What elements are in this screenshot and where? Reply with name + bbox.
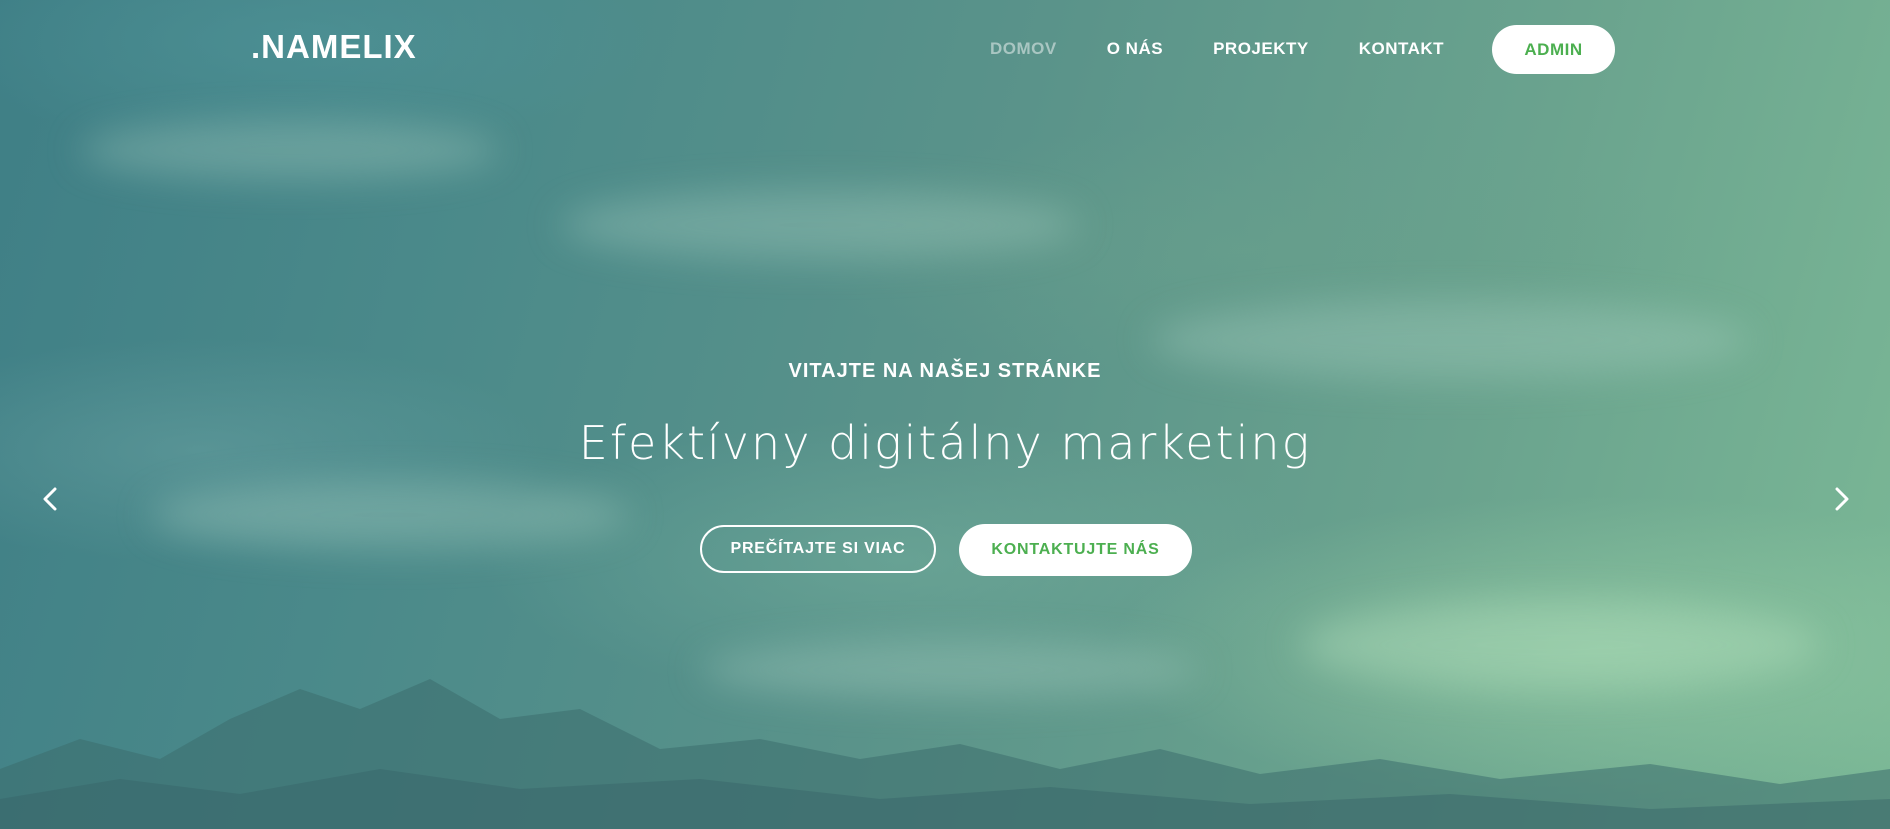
admin-button[interactable]: ADMIN bbox=[1492, 25, 1615, 74]
main-nav: DOMOV O NÁS PROJEKTY KONTAKT bbox=[990, 25, 1494, 73]
hero-slider: .NAMELIX DOMOV O NÁS PROJEKTY KONTAKT AD… bbox=[0, 0, 1890, 829]
chevron-right-icon bbox=[1826, 484, 1856, 514]
cloud-decoration bbox=[560, 190, 1080, 260]
chevron-left-icon bbox=[36, 484, 66, 514]
hero-subtitle: VITAJTE NA NAŠEJ STRÁNKE bbox=[788, 360, 1102, 382]
carousel-prev-button[interactable] bbox=[36, 484, 66, 514]
carousel-next-button[interactable] bbox=[1826, 484, 1856, 514]
brand-logo[interactable]: .NAMELIX bbox=[251, 27, 417, 67]
cloud-decoration bbox=[80, 120, 500, 180]
nav-item-projekty[interactable]: PROJEKTY bbox=[1213, 39, 1309, 59]
nav-item-domov[interactable]: DOMOV bbox=[990, 39, 1057, 59]
nav-item-o-nas[interactable]: O NÁS bbox=[1107, 39, 1163, 59]
read-more-button[interactable]: PREČÍTAJTE SI VIAC bbox=[700, 525, 936, 573]
hero-headline: Efektívny digitálny marketing bbox=[578, 416, 1312, 470]
mountains-silhouette bbox=[0, 679, 1890, 829]
nav-item-kontakt[interactable]: KONTAKT bbox=[1359, 39, 1444, 59]
cloud-decoration bbox=[150, 480, 630, 550]
contact-us-button[interactable]: KONTAKTUJTE NÁS bbox=[959, 524, 1192, 576]
